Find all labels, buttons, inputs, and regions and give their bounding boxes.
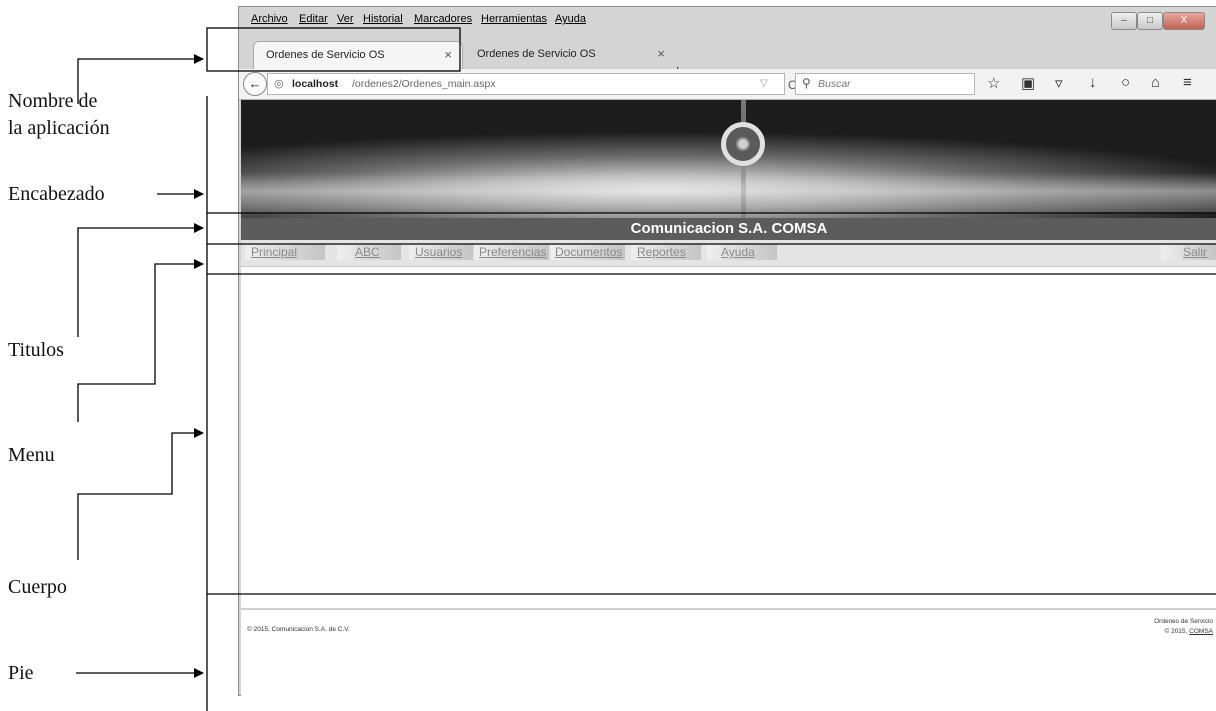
navigation-bar: ← ◎ localhost /ordenes2/Ordenes_main.asp…	[239, 69, 1216, 100]
close-window-button[interactable]: X	[1163, 12, 1205, 30]
star-icon[interactable]: ☆	[987, 74, 1000, 92]
header-banner-image	[241, 100, 1216, 218]
url-host: localhost	[292, 78, 339, 90]
annotation-nombre-line1: Nombre de	[8, 90, 98, 112]
page-content: Comunicacion S.A. COMSA Principal ABC Us…	[241, 100, 1216, 696]
search-placeholder: Buscar	[818, 78, 851, 90]
menu-item-ayuda[interactable]: Ayuda	[707, 244, 777, 260]
annotation-nombre-line2: la aplicación	[8, 117, 110, 139]
footer-copyright-right: © 2015, COMSA	[1164, 628, 1213, 635]
pocket-icon[interactable]: ▿	[1055, 74, 1063, 92]
menu-ayuda[interactable]: Ayuda	[555, 13, 586, 25]
browser-menubar: Archivo Editar Ver Historial Marcadores …	[239, 7, 639, 29]
home-icon[interactable]: ⌂	[1151, 74, 1160, 91]
tab-title: Ordenes de Servicio OS	[266, 49, 385, 61]
annotation-label-cuerpo: Cuerpo	[8, 576, 67, 598]
menu-marcadores[interactable]: Marcadores	[414, 13, 472, 25]
menu-ver[interactable]: Ver	[337, 13, 354, 25]
tab-bar: Ordenes de Servicio OS × Ordenes de Serv…	[239, 29, 1216, 80]
minimize-button[interactable]: –	[1111, 12, 1137, 30]
download-icon[interactable]: ↓	[1089, 74, 1097, 91]
exit-button[interactable]: Salir	[1161, 244, 1216, 260]
menu-herramientas[interactable]: Herramientas	[481, 13, 547, 25]
annotation-arrow-cuerpo	[77, 428, 204, 560]
browser-window: Archivo Editar Ver Historial Marcadores …	[238, 6, 1216, 696]
annotation-label-pie: Pie	[8, 662, 34, 684]
url-bar[interactable]: ◎ localhost /ordenes2/Ordenes_main.aspx …	[267, 73, 797, 95]
tab-inactive[interactable]: Ordenes de Servicio OS ×	[465, 41, 675, 69]
menu-item-abc[interactable]: ABC	[337, 244, 401, 260]
chat-icon[interactable]: ○	[1121, 74, 1130, 91]
menu-item-preferencias[interactable]: Preferencias	[475, 244, 549, 260]
annotation-label-nombre: Nombre de la aplicación	[8, 88, 110, 142]
url-dropdown-icon[interactable]: ▽	[760, 78, 768, 89]
annotation-label-menu: Menu	[8, 444, 55, 466]
footer-company-link[interactable]: COMSA	[1189, 628, 1213, 635]
menu-item-reportes[interactable]: Reportes	[631, 244, 701, 260]
menu-archivo[interactable]: Archivo	[251, 13, 288, 25]
page-body	[241, 267, 1216, 597]
annotation-label-encabezado: Encabezado	[8, 183, 105, 205]
search-icon: ⚲	[802, 76, 811, 90]
banner-clouds	[241, 173, 1216, 213]
footer-app-name: Ordenes de Servicio	[1154, 618, 1213, 625]
search-input[interactable]: ⚲ Buscar	[795, 73, 975, 95]
clipboard-icon[interactable]: ▣	[1021, 74, 1035, 92]
menu-editar[interactable]: Editar	[299, 13, 328, 25]
footer-copyright: © 2015, Comunicacion S.A. de C.V.	[247, 626, 350, 633]
url-path: /ordenes2/Ordenes_main.aspx	[352, 78, 496, 90]
tab-close-icon[interactable]: ×	[444, 42, 452, 68]
page-title: Comunicacion S.A. COMSA	[241, 218, 1216, 240]
back-arrow-icon[interactable]: ←	[243, 72, 267, 96]
tab-active[interactable]: Ordenes de Servicio OS ×	[253, 41, 463, 69]
maximize-button[interactable]: □	[1137, 12, 1163, 30]
menu-icon[interactable]: ≡	[1183, 74, 1192, 91]
annotation-arrow-menu	[77, 259, 204, 422]
page-footer: © 2015, Comunicacion S.A. de C.V. Ordene…	[241, 608, 1216, 696]
app-menu-bar: Principal ABC Usuarios Preferencias Docu…	[241, 240, 1216, 267]
annotation-label-titulos: Titulos	[8, 339, 64, 361]
menu-historial[interactable]: Historial	[363, 13, 403, 25]
menu-item-documentos[interactable]: Documentos	[551, 244, 625, 260]
globe-icon: ◎	[274, 78, 284, 90]
target-icon	[721, 122, 765, 166]
menu-item-usuarios[interactable]: Usuarios	[409, 244, 473, 260]
menu-item-principal[interactable]: Principal	[245, 244, 325, 260]
annotation-arrow-titulos	[77, 223, 204, 337]
tab-close-icon[interactable]: ×	[657, 41, 665, 67]
footer-copyright-prefix: © 2015,	[1164, 628, 1190, 635]
tab-title: Ordenes de Servicio OS	[477, 48, 596, 60]
